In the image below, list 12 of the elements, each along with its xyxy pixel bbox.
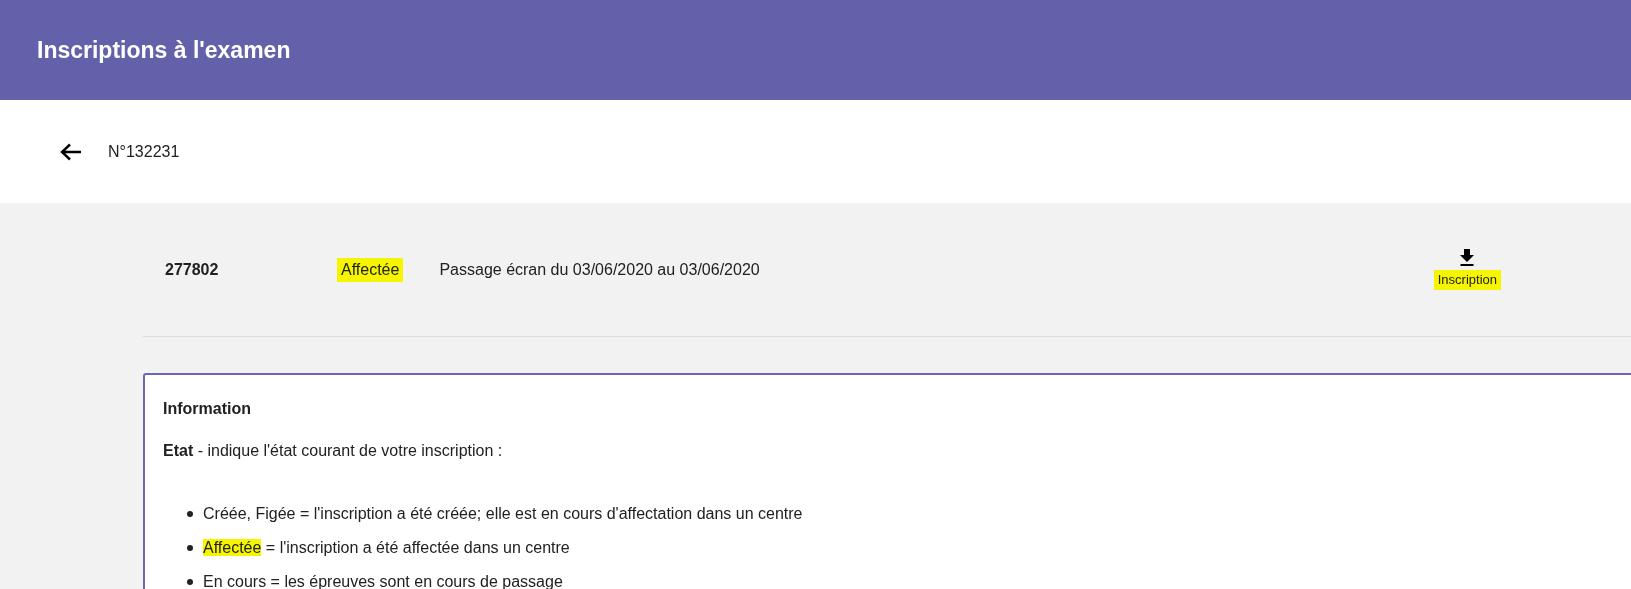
exam-period: Passage écran du 03/06/2020 au 03/06/2020 <box>439 259 760 280</box>
state-list-item: Créée, Figée = l'inscription a été créée; elle est en cours d'affectation dans un centre <box>187 497 1631 531</box>
information-title: Information <box>163 399 252 419</box>
back-arrow-icon <box>60 142 82 161</box>
registration-number: 277802 <box>165 259 220 280</box>
page-title: Inscriptions à l'examen <box>37 35 291 65</box>
state-description: Etat - indique l'état courant de votre inscription : <box>163 441 504 461</box>
download-icon <box>1460 249 1475 268</box>
download-inscription-button[interactable]: Inscription <box>1433 249 1501 290</box>
status-label: Affectée <box>337 257 404 282</box>
reference-number: N°132231 <box>108 141 180 162</box>
state-list-item: Affectée = l'inscription a été affectée dans un centre <box>187 531 1631 565</box>
